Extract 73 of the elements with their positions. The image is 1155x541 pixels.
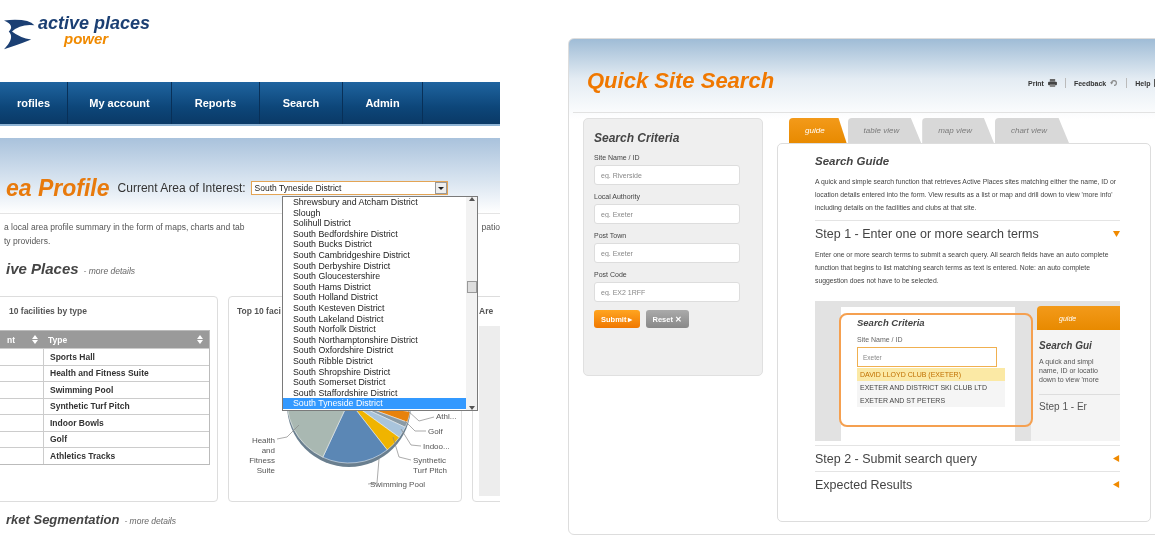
dropdown-option[interactable]: South Bucks District [283, 239, 466, 250]
printer-icon[interactable] [1047, 79, 1057, 87]
pie-label: Golf [428, 427, 443, 436]
refresh-icon[interactable] [1110, 79, 1119, 87]
guide-title: Search Guide [815, 155, 891, 167]
page-title: ea Profile [6, 174, 110, 202]
dropdown-option[interactable]: South Somerset District [283, 377, 466, 388]
dropdown-option[interactable]: South Gloucestershire [283, 271, 466, 282]
intro-text: ty providers. [4, 235, 51, 248]
dropdown-option[interactable]: South Lakeland District [283, 313, 466, 325]
dropdown-option[interactable]: South Shropshire District [283, 366, 466, 378]
more-details-link[interactable]: - more details [83, 266, 136, 276]
table-cell-text: Swimming Pool [49, 383, 115, 397]
pie-label: Swimming Pool [370, 480, 426, 489]
nav-item[interactable]: Admin [343, 82, 423, 124]
card-title: Top 10 faci [237, 306, 281, 316]
section-heading: rket Segmentation [6, 512, 120, 527]
guide-title: Search Gui [1039, 340, 1093, 351]
scroll-down-icon[interactable] [468, 406, 475, 410]
nav-item[interactable]: Reports [172, 82, 260, 124]
table-cell-text: Health and Fitness Suite [49, 367, 150, 381]
sort-icon[interactable] [32, 335, 38, 344]
table-cell-text: Golf [49, 433, 68, 447]
step-header[interactable]: Step 2 - Submit search query [815, 445, 1120, 471]
leader-line [406, 409, 435, 422]
dropdown-option[interactable]: South Northamptonshire District [283, 334, 466, 346]
dropdown-option[interactable]: Slough [283, 207, 466, 219]
intro-text: a local area profile summary in the form of maps, charts and tab [4, 221, 245, 234]
scroll-up-icon[interactable] [468, 197, 475, 201]
card-title: 10 facilities by type [9, 306, 87, 316]
pie-label: Indoo... [423, 442, 450, 451]
area-label: Current Area of Interest: [117, 181, 246, 195]
intro-text: patio [481, 221, 500, 234]
dropdown-option[interactable]: Shrewsbury and Atcham District [283, 197, 466, 208]
nav-item[interactable]: My account [68, 82, 172, 124]
dropdown-option[interactable]: South Bedfordshire District [283, 228, 466, 240]
dropdown-option[interactable]: South Staffordshire District [283, 387, 466, 399]
dropdown-option[interactable]: South Kesteven District [283, 302, 466, 314]
scroll-thumb[interactable] [466, 281, 477, 293]
pie-label: Health and Fitness Suite [249, 436, 275, 475]
scrollbar[interactable] [466, 197, 477, 410]
pie-label: Synthetic Turf Pitch [413, 456, 447, 475]
leader-line [392, 436, 412, 461]
table-cell-text: Synthetic Turf Pitch [49, 400, 131, 414]
step-header[interactable]: Step 1 - Enter one or more search terms [815, 220, 1120, 246]
dropdown-option[interactable]: South Norfolk District [283, 324, 466, 335]
step-header: Step 1 - Er [1039, 394, 1120, 412]
card-title: Are [479, 306, 494, 316]
dropdown-option[interactable]: South Derbyshire District [283, 260, 466, 272]
logo-subtitle: power [64, 32, 109, 46]
sort-icon[interactable] [197, 335, 203, 344]
pie-label: Athl... [436, 412, 457, 421]
dropdown-option[interactable]: South Ribble District [283, 355, 466, 367]
dropdown-option[interactable]: South Holland District [283, 292, 466, 303]
dropdown-option[interactable]: South Oxfordshire District [283, 345, 466, 356]
more-details-link[interactable]: - more details [124, 516, 176, 526]
dropdown-option[interactable]: Solihull District [283, 218, 466, 229]
panel-title: Search Criteria [857, 317, 926, 328]
step-header[interactable]: Expected Results [815, 471, 1120, 497]
dropdown-option[interactable]: South Hams District [283, 281, 466, 293]
table-cell-text: Indoor Bowls [49, 416, 105, 430]
page-title: Quick Site Search [587, 68, 775, 94]
dropdown-option[interactable]: South Cambridgeshire District [283, 249, 466, 261]
panel-title: Search Criteria [594, 131, 681, 145]
area-select[interactable]: South Tyneside District [250, 181, 448, 195]
leader-line [276, 424, 300, 440]
nav-item[interactable]: Search [260, 82, 343, 124]
table-cell-text: Sports Hall [49, 350, 96, 364]
nav-item[interactable]: rofiles [0, 82, 68, 124]
logo-title: active places [38, 14, 151, 32]
caret-icon [434, 182, 447, 194]
table-cell-text: Athletics Tracks [49, 449, 117, 463]
section-heading: ive Places [6, 260, 79, 277]
